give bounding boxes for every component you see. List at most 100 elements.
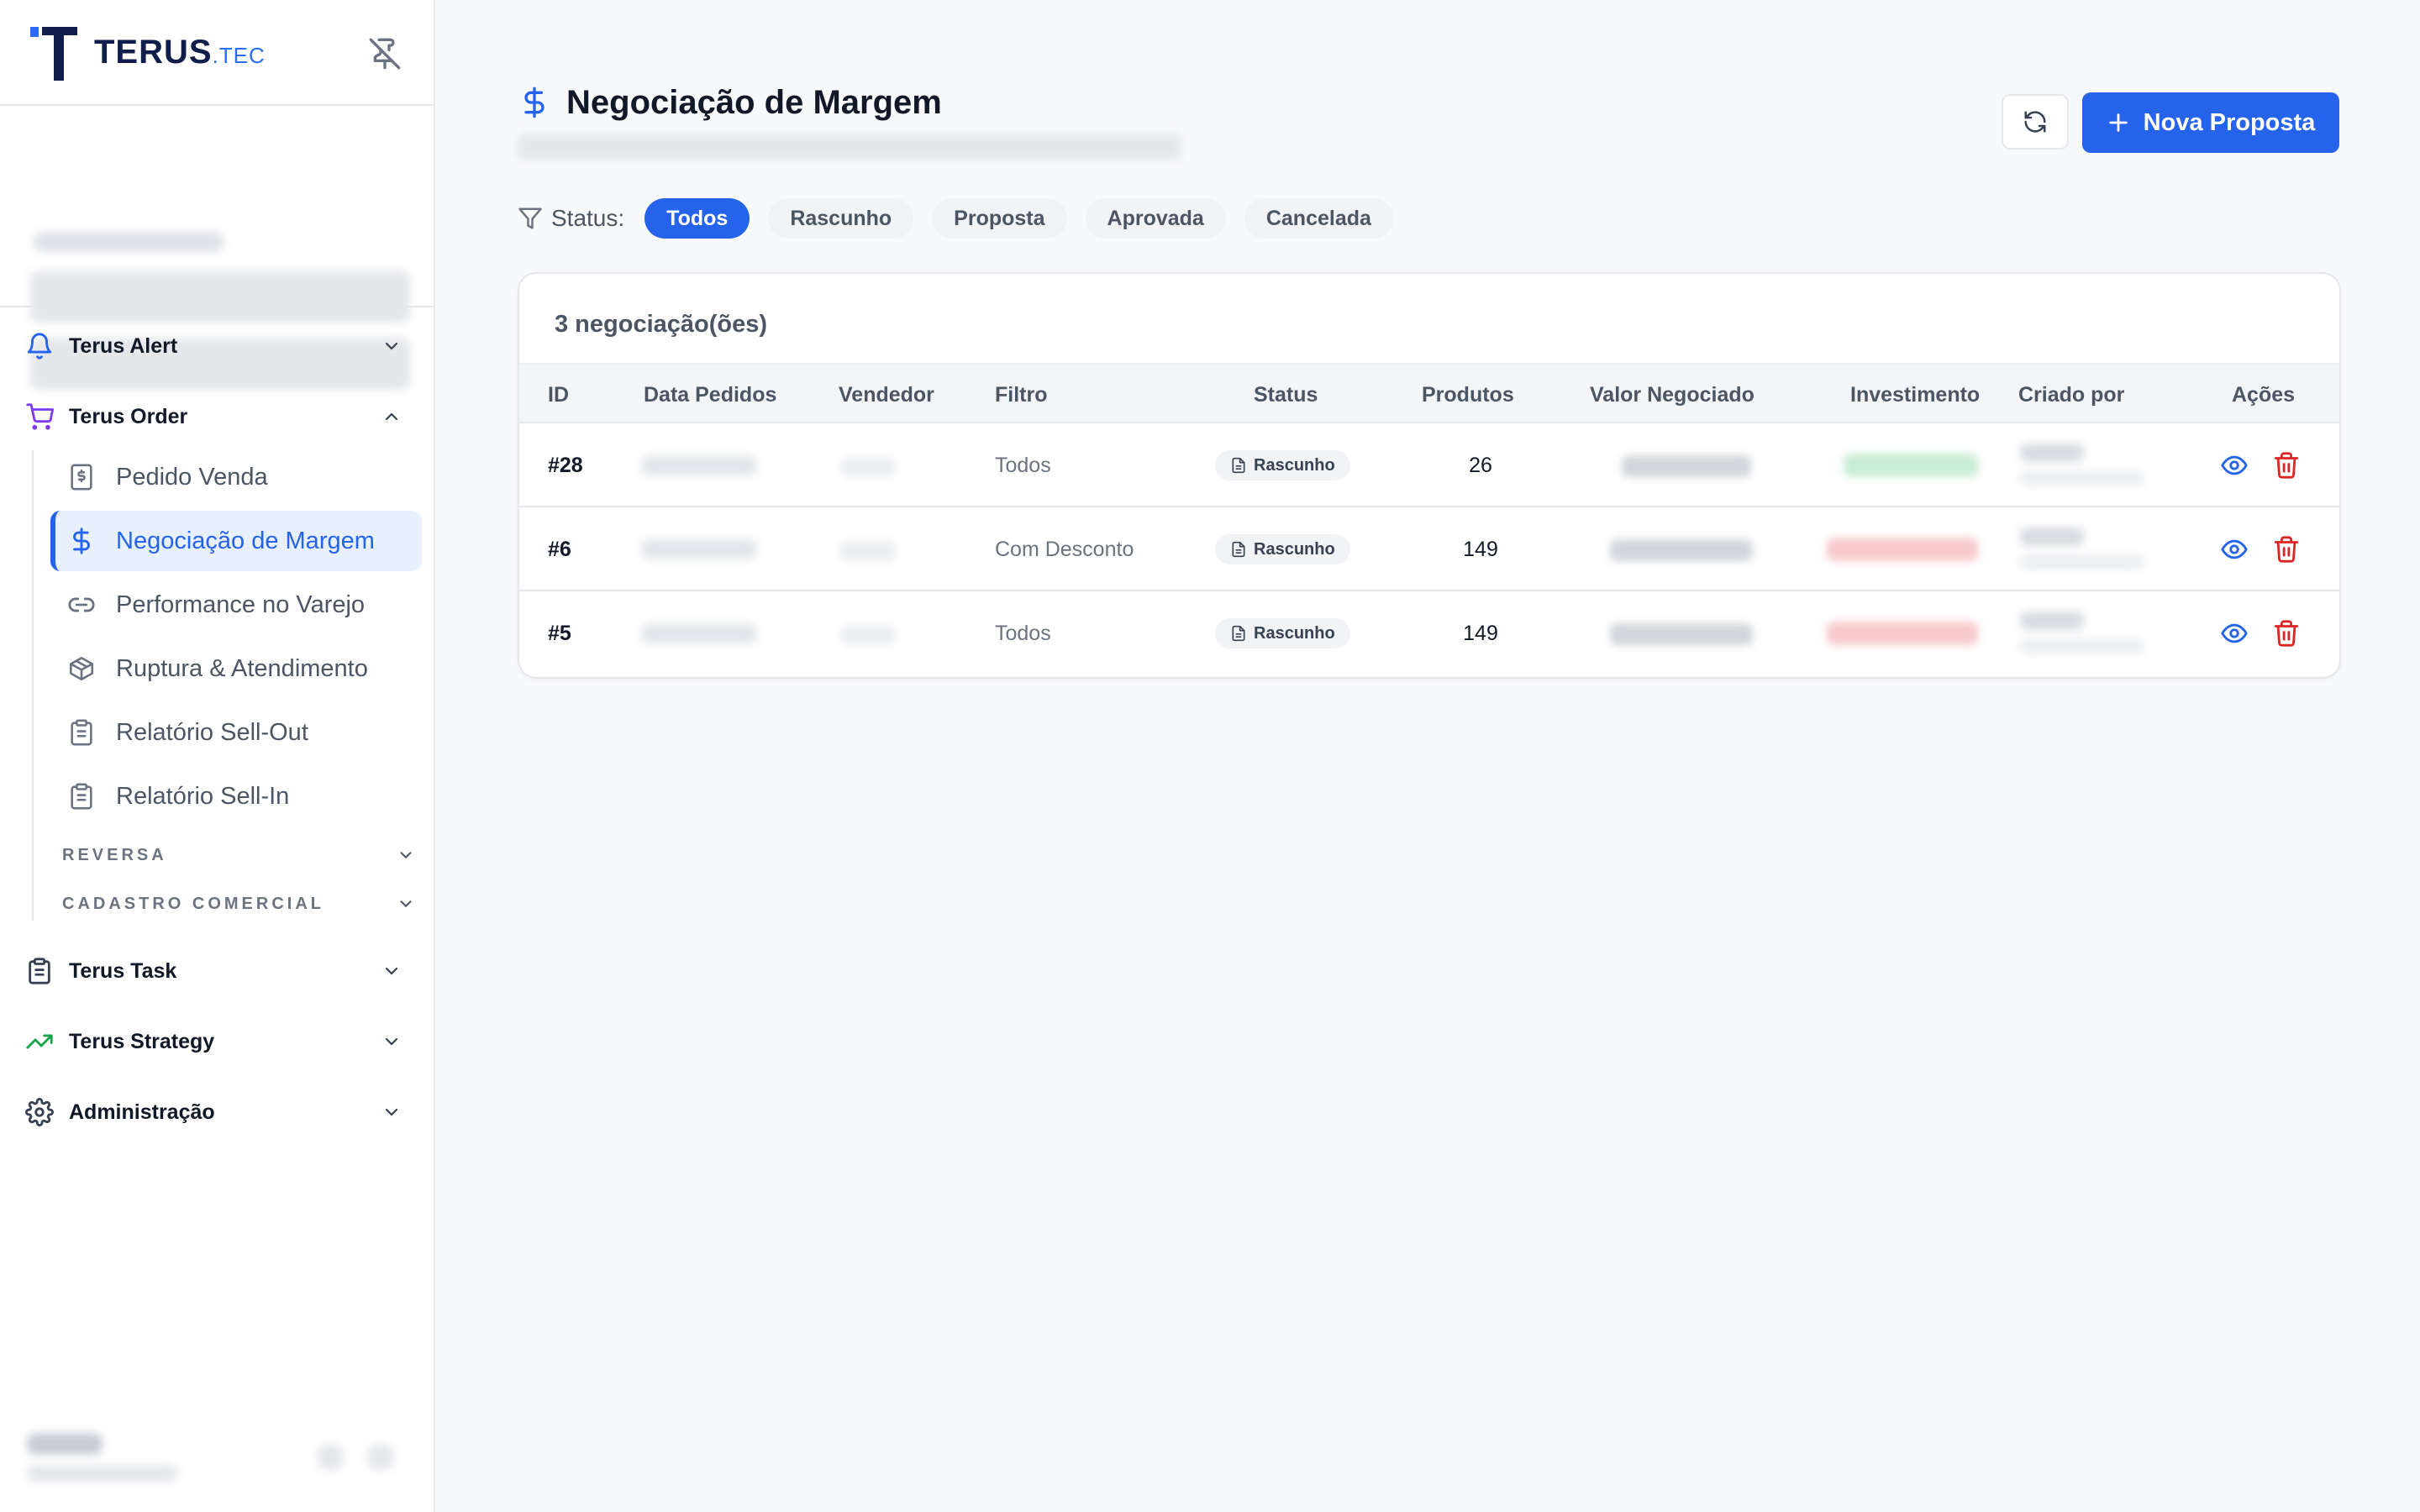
dollar-icon xyxy=(524,87,544,118)
nav-group-administracao[interactable]: Administração xyxy=(25,1095,410,1129)
clipboard-icon xyxy=(71,783,92,810)
table-row[interactable]: #5 Todos Rascunho 149 xyxy=(519,591,2339,675)
cell-filter: Todos xyxy=(995,621,1051,645)
cell-creator-date-blurred xyxy=(2020,638,2144,654)
status-chip-todos[interactable]: Todos xyxy=(644,198,750,239)
refresh-button[interactable] xyxy=(2002,94,2069,150)
sidebar-item-label: Relatório Sell-Out xyxy=(116,718,308,746)
table-row[interactable]: #28 Todos Rascunho 26 xyxy=(519,423,2339,507)
status-chip-aprovada[interactable]: Aprovada xyxy=(1085,198,1226,239)
column-header: Data Pedidos xyxy=(644,383,777,407)
cell-products: 26 xyxy=(1469,453,1492,477)
sidebar-item-label: Relatório Sell-In xyxy=(116,782,290,810)
delete-trash-icon[interactable] xyxy=(2272,619,2301,648)
chevron-up-icon xyxy=(385,412,398,421)
nav-group-label: Terus Task xyxy=(69,958,177,983)
document-icon xyxy=(1232,625,1245,642)
sidebar-item-label: Negociação de Margem xyxy=(116,527,375,554)
cell-filter: Todos xyxy=(995,453,1051,477)
cell-actions xyxy=(2220,507,2301,591)
sidebar-item-sell-out[interactable]: Relatório Sell-Out xyxy=(50,702,422,763)
nav-group-label: Terus Alert xyxy=(69,333,178,358)
sidebar-item-performance-varejo[interactable]: Performance no Varejo xyxy=(50,575,422,635)
sidebar-item-label: Ruptura & Atendimento xyxy=(116,654,368,682)
cell-products: 149 xyxy=(1463,621,1498,645)
unpin-icon[interactable] xyxy=(368,37,402,71)
chevron-down-icon xyxy=(385,342,398,350)
sidebar-item-ruptura[interactable]: Ruptura & Atendimento xyxy=(50,638,422,699)
nav-group-terus-alert[interactable]: Terus Alert xyxy=(25,329,410,363)
negotiation-count: 3 negociação(ões) xyxy=(555,311,768,338)
column-header: Valor Negociado xyxy=(1590,383,1754,407)
section-cadastro-comercial[interactable]: CADASTRO COMERCIAL xyxy=(62,891,415,916)
chevron-down-icon xyxy=(385,967,398,975)
sidebar-item-negociacao-margem[interactable]: Negociação de Margem xyxy=(50,511,422,571)
section-reversa[interactable]: REVERSA xyxy=(62,843,415,868)
clipboard-icon xyxy=(29,958,50,984)
column-header: Status xyxy=(1254,383,1318,407)
status-chip-rascunho[interactable]: Rascunho xyxy=(768,198,914,239)
delete-trash-icon[interactable] xyxy=(2272,451,2301,480)
chevron-down-icon xyxy=(385,1108,398,1116)
cart-icon xyxy=(26,403,54,430)
delete-trash-icon[interactable] xyxy=(2272,535,2301,564)
page-subtitle-blurred xyxy=(518,134,1181,160)
table-row[interactable]: #6 Com Desconto Rascunho 149 xyxy=(519,507,2339,591)
section-title: CADASTRO COMERCIAL xyxy=(62,894,324,913)
cell-seller-blurred xyxy=(840,541,896,561)
status-text: Rascunho xyxy=(1254,623,1335,643)
cell-products: 149 xyxy=(1463,537,1498,561)
cell-creator-blurred xyxy=(2020,612,2084,630)
cell-date-blurred xyxy=(642,539,756,559)
cell-value-blurred xyxy=(1622,455,1751,477)
status-badge: Rascunho xyxy=(1215,534,1350,564)
view-eye-icon[interactable] xyxy=(2220,619,2249,648)
sidebar-item-label: Pedido Venda xyxy=(116,463,268,491)
box-icon xyxy=(69,656,94,681)
column-header: ID xyxy=(548,383,569,407)
dollar-icon xyxy=(73,528,90,554)
column-header: Ações xyxy=(2232,383,2296,407)
cell-status: Rascunho xyxy=(1215,591,1350,675)
cell-creator-date-blurred xyxy=(2020,554,2144,570)
column-header: Vendedor xyxy=(839,383,934,407)
status-badge: Rascunho xyxy=(1215,618,1350,648)
filter-icon xyxy=(518,207,542,229)
chevron-down-icon xyxy=(400,852,412,859)
refresh-icon xyxy=(2024,111,2046,133)
document-icon xyxy=(1232,457,1245,474)
cell-investment-blurred xyxy=(1827,622,1978,645)
nav-group-terus-task[interactable]: Terus Task xyxy=(25,954,410,988)
negotiations-table-card: 3 negociação(ões) ID Data Pedidos Vended… xyxy=(518,272,2341,679)
cell-id: #5 xyxy=(548,621,571,645)
view-eye-icon[interactable] xyxy=(2220,535,2249,564)
sidebar-item-pedido-venda[interactable]: Pedido Venda xyxy=(50,447,422,507)
cell-value-blurred xyxy=(1610,539,1753,561)
bell-icon xyxy=(27,333,52,360)
status-chip-proposta[interactable]: Proposta xyxy=(932,198,1067,239)
column-header: Filtro xyxy=(995,383,1048,407)
submenu-guide-line xyxy=(32,450,34,921)
brand-name: TERUS.TEC xyxy=(94,34,266,71)
status-chip-cancelada[interactable]: Cancelada xyxy=(1244,198,1393,239)
page-title: Negociação de Margem xyxy=(566,83,942,121)
sidebar-item-sell-in[interactable]: Relatório Sell-In xyxy=(50,766,422,827)
table-header: ID Data Pedidos Vendedor Filtro Status P… xyxy=(519,363,2339,423)
cell-seller-blurred xyxy=(840,457,896,477)
nav-group-terus-order[interactable]: Terus Order xyxy=(25,400,410,433)
nav-group-label: Terus Strategy xyxy=(69,1029,215,1053)
receipt-icon xyxy=(71,464,92,491)
view-eye-icon[interactable] xyxy=(2220,451,2249,480)
cell-id: #6 xyxy=(548,537,571,561)
chevron-down-icon xyxy=(385,1037,398,1046)
trending-up-icon xyxy=(26,1034,53,1049)
cell-actions xyxy=(2220,591,2301,675)
column-header: Investimento xyxy=(1850,383,1981,407)
new-proposal-label: Nova Proposta xyxy=(2143,108,2316,136)
new-proposal-button[interactable]: Nova Proposta xyxy=(2082,92,2339,153)
cell-status: Rascunho xyxy=(1215,507,1350,591)
cell-filter: Com Desconto xyxy=(995,537,1134,561)
column-header: Criado por xyxy=(2018,383,2125,407)
nav-group-label: Terus Order xyxy=(69,404,188,428)
nav-group-terus-strategy[interactable]: Terus Strategy xyxy=(25,1025,410,1058)
